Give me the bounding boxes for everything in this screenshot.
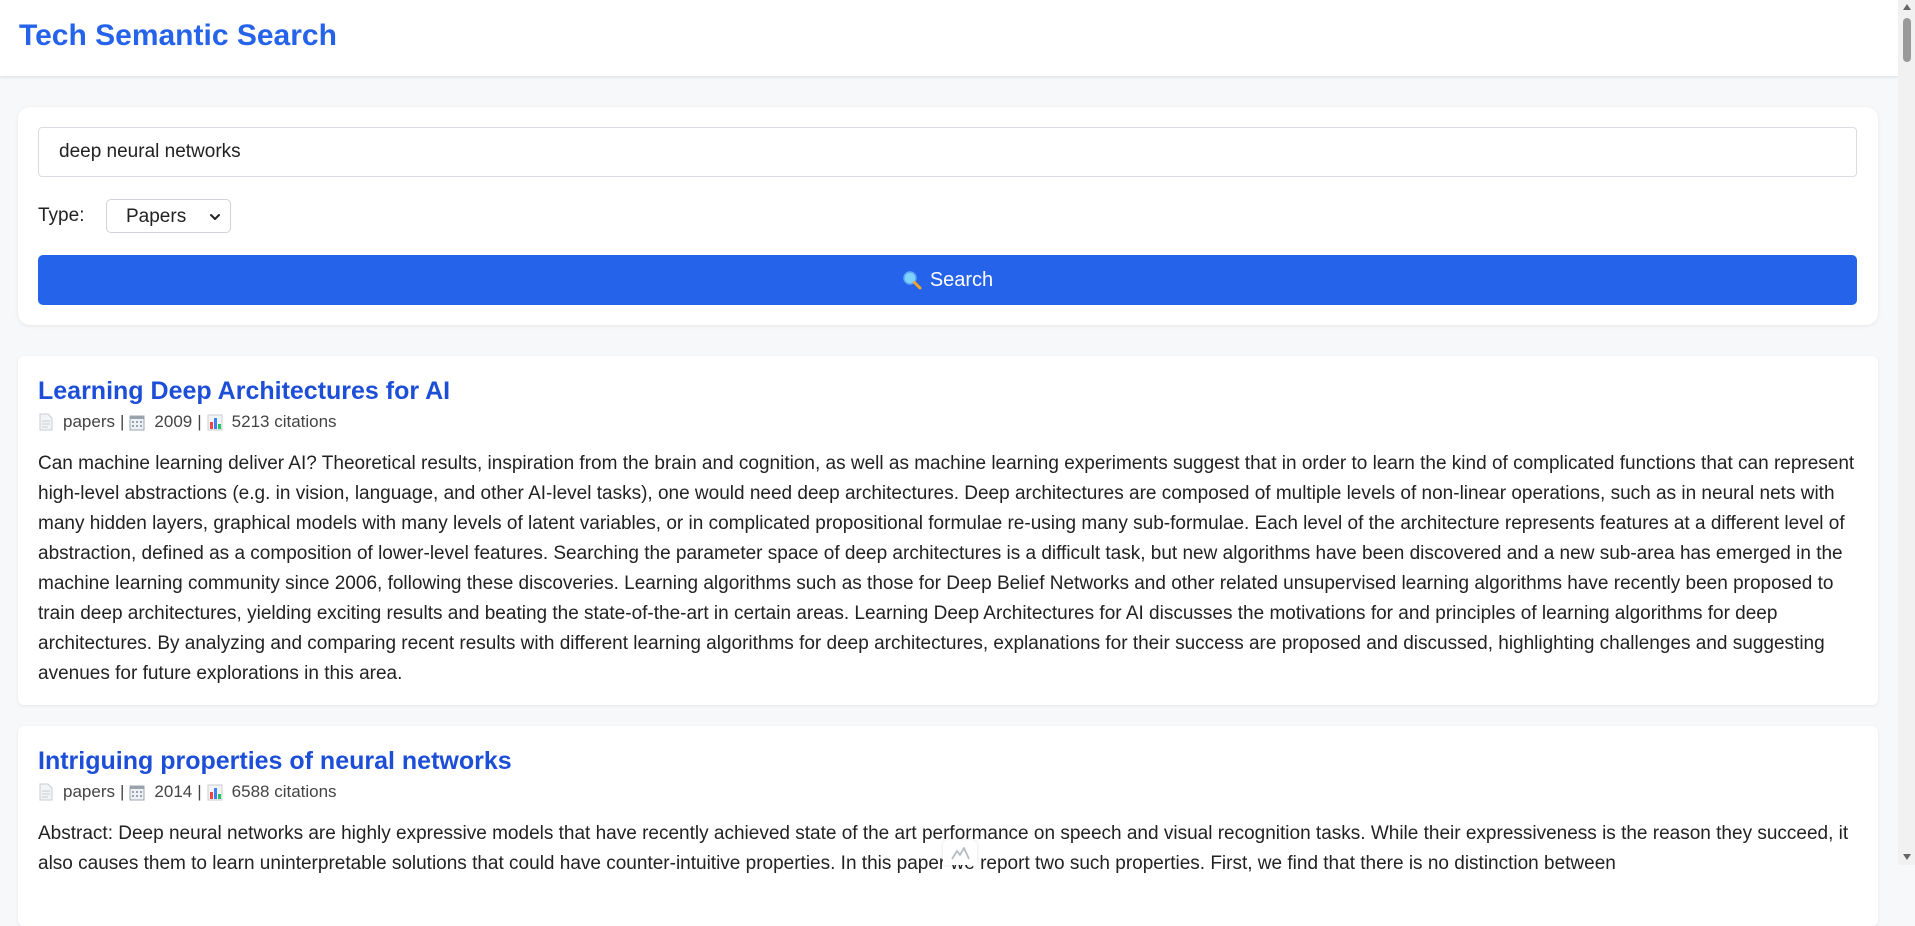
type-select-value: Papers bbox=[126, 206, 187, 227]
result-title-link[interactable]: Learning Deep Architectures for AI bbox=[38, 376, 1858, 406]
search-panel: Type: Papers Search bbox=[18, 107, 1878, 325]
result-year: 2014 bbox=[154, 782, 193, 801]
result-citations: 5213 citations bbox=[231, 412, 337, 431]
calendar-icon bbox=[129, 415, 145, 431]
result-meta: papers | 2009 | 5213 citations bbox=[38, 411, 1858, 433]
result-category: papers bbox=[63, 412, 115, 431]
app-header: Tech Semantic Search bbox=[0, 0, 1898, 77]
meta-separator: | bbox=[197, 412, 202, 431]
meta-separator: | bbox=[119, 782, 125, 801]
result-category: papers bbox=[63, 782, 115, 801]
result-card: Learning Deep Architectures for AI paper… bbox=[18, 356, 1878, 705]
result-card: Intriguing properties of neural networks… bbox=[18, 726, 1878, 926]
scrollbar-thumb[interactable] bbox=[1903, 18, 1911, 62]
chevron-down-icon bbox=[210, 214, 220, 220]
scroll-down-arrow-icon[interactable] bbox=[1902, 852, 1912, 862]
result-meta: papers | 2014 | 6588 citations bbox=[38, 781, 1858, 803]
search-button-label: Search bbox=[929, 268, 994, 291]
search-input[interactable] bbox=[38, 127, 1857, 177]
bar-chart-icon bbox=[207, 784, 223, 801]
type-label: Type: bbox=[38, 205, 85, 226]
calendar-icon bbox=[129, 785, 145, 801]
meta-separator: | bbox=[119, 412, 125, 431]
document-icon bbox=[39, 783, 53, 801]
search-icon bbox=[903, 271, 922, 290]
bar-chart-icon bbox=[207, 414, 223, 431]
type-select[interactable]: Papers bbox=[106, 199, 231, 233]
result-abstract: Can machine learning deliver AI? Theoret… bbox=[38, 453, 1855, 684]
scrollbar[interactable] bbox=[1898, 0, 1915, 865]
document-icon bbox=[39, 413, 53, 431]
watermark-icon bbox=[943, 840, 977, 865]
app-title: Tech Semantic Search bbox=[19, 19, 337, 52]
result-title-link[interactable]: Intriguing properties of neural networks bbox=[38, 746, 1858, 776]
result-citations: 6588 citations bbox=[231, 782, 337, 801]
result-year: 2009 bbox=[154, 412, 193, 431]
meta-separator: | bbox=[197, 782, 202, 801]
search-button[interactable]: Search bbox=[38, 255, 1857, 305]
scroll-up-arrow-icon[interactable] bbox=[1902, 2, 1912, 12]
